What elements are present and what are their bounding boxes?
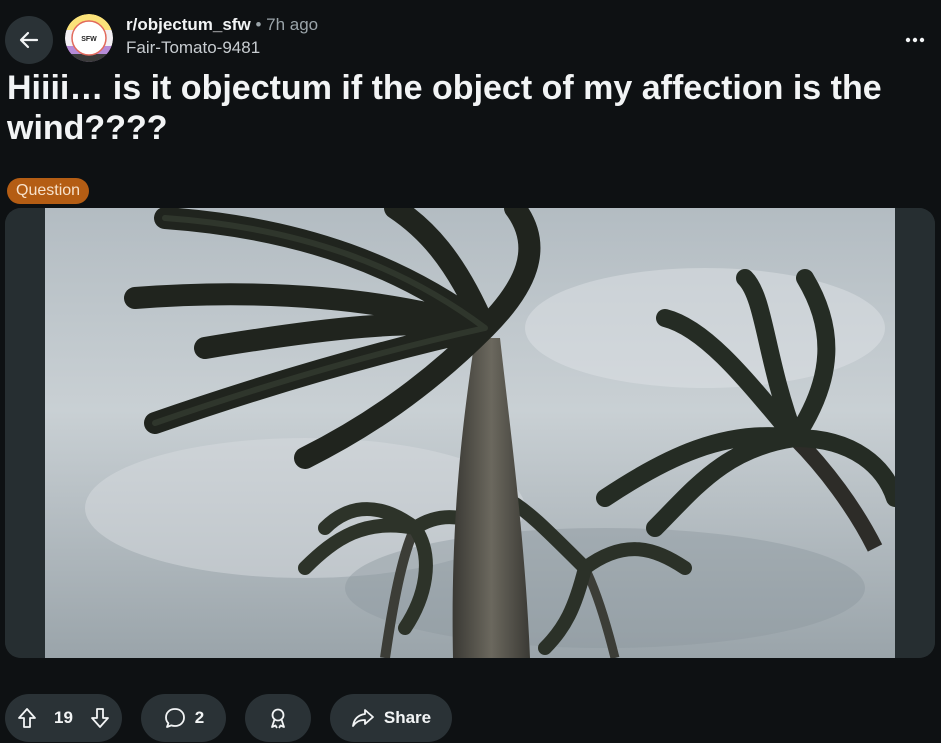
post-flair[interactable]: Question bbox=[7, 178, 90, 204]
post-meta: r/objectum_sfw • 7h ago Fair-Tomato-9481 bbox=[126, 14, 318, 59]
subreddit-avatar[interactable]: SFW bbox=[65, 14, 113, 62]
meta-separator: • bbox=[255, 15, 262, 34]
award-ribbon-icon bbox=[266, 706, 290, 730]
award-button[interactable] bbox=[245, 694, 311, 742]
arrow-up-icon[interactable] bbox=[15, 706, 39, 730]
vote-count: 19 bbox=[54, 708, 73, 727]
comments-button[interactable]: 2 bbox=[141, 694, 226, 742]
share-arrow-icon bbox=[351, 706, 375, 730]
subreddit-link[interactable]: r/objectum_sfw bbox=[126, 15, 251, 34]
post-title: Hiiii… is it objectum if the object of m… bbox=[7, 69, 882, 147]
share-button[interactable]: Share bbox=[330, 694, 452, 742]
vote-control: 19 bbox=[5, 694, 122, 742]
back-button[interactable] bbox=[5, 16, 53, 64]
arrow-left-icon bbox=[17, 28, 41, 52]
speech-bubble-icon bbox=[163, 706, 187, 730]
post-image[interactable] bbox=[5, 208, 935, 658]
avatar-text: SFW bbox=[81, 36, 97, 43]
action-bar: 19 2 Share bbox=[5, 694, 452, 742]
more-horizontal-icon bbox=[905, 37, 925, 43]
share-label: Share bbox=[383, 708, 432, 727]
comment-count: 2 bbox=[194, 708, 205, 727]
arrow-down-icon[interactable] bbox=[88, 706, 112, 730]
author-link[interactable]: Fair-Tomato-9481 bbox=[126, 37, 318, 59]
post-time: 7h ago bbox=[266, 15, 319, 34]
more-options-button[interactable] bbox=[897, 22, 933, 58]
